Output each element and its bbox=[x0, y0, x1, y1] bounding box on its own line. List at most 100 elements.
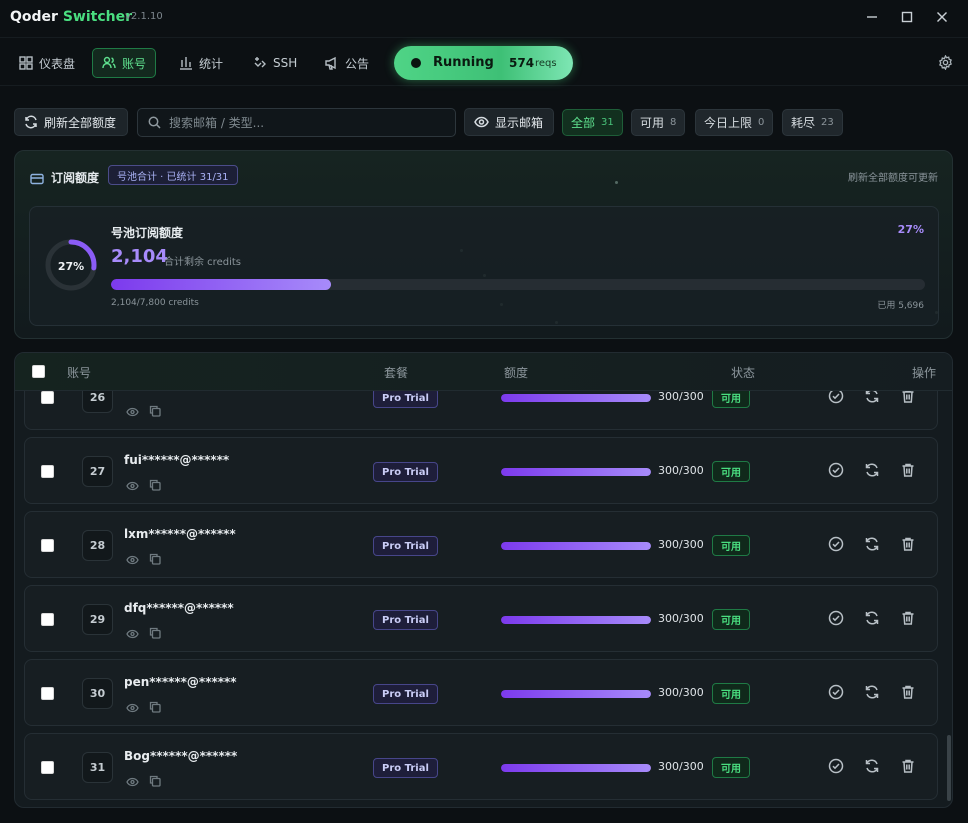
copy-email-button[interactable] bbox=[149, 698, 161, 717]
activate-button[interactable] bbox=[828, 536, 846, 554]
credits-bar bbox=[501, 394, 651, 402]
pool-quota-card: 27% 号池订阅额度 2,104 合计剩余 credits 27% 2,104/… bbox=[29, 206, 939, 326]
row-email: pen******@****** bbox=[124, 675, 237, 689]
refresh-icon bbox=[865, 759, 879, 773]
delete-button[interactable] bbox=[900, 462, 918, 480]
copy-email-button[interactable] bbox=[149, 402, 161, 421]
gear-icon bbox=[939, 54, 952, 71]
tab-ssh[interactable]: SSH bbox=[244, 48, 306, 78]
running-status-button[interactable]: Running 574 reqs bbox=[394, 46, 573, 80]
tab-stats[interactable]: 统计 bbox=[170, 48, 232, 78]
reveal-email-button[interactable] bbox=[126, 772, 139, 791]
credits-text: 300/300 bbox=[658, 464, 704, 477]
row-checkbox[interactable] bbox=[41, 687, 54, 700]
check-circle-icon bbox=[828, 758, 844, 774]
filter-daily-limit[interactable]: 今日上限 0 bbox=[695, 109, 774, 136]
status-badge: 可用 bbox=[712, 535, 750, 556]
pool-quota-title: 号池订阅额度 bbox=[111, 226, 184, 240]
refresh-icon bbox=[865, 611, 879, 625]
maximize-button[interactable] bbox=[894, 6, 920, 28]
trash-icon bbox=[902, 611, 914, 625]
plan-badge: Pro Trial bbox=[373, 462, 438, 482]
trash-icon bbox=[902, 685, 914, 699]
refresh-row-button[interactable] bbox=[864, 684, 882, 702]
show-email-button[interactable]: 显示邮箱 bbox=[464, 108, 554, 136]
row-index: 29 bbox=[82, 604, 113, 635]
activate-button[interactable] bbox=[828, 462, 846, 480]
table-row: 30 pen******@****** Pro Trial 300/300 可用 bbox=[24, 659, 938, 726]
filter-exhausted[interactable]: 耗尽 23 bbox=[782, 109, 843, 136]
row-checkbox[interactable] bbox=[41, 761, 54, 774]
row-checkbox[interactable] bbox=[41, 465, 54, 478]
credit-card-icon bbox=[30, 173, 44, 185]
users-icon bbox=[102, 56, 116, 69]
status-badge: 可用 bbox=[712, 461, 750, 482]
credits-bar bbox=[501, 764, 651, 772]
plan-badge: Pro Trial bbox=[373, 388, 438, 408]
row-checkbox[interactable] bbox=[41, 539, 54, 552]
trash-icon bbox=[902, 759, 914, 773]
credits-bar bbox=[501, 690, 651, 698]
activate-button[interactable] bbox=[828, 610, 846, 628]
activate-button[interactable] bbox=[828, 684, 846, 702]
close-icon bbox=[937, 12, 947, 22]
row-email: lxm******@****** bbox=[124, 527, 236, 541]
credits-fill bbox=[501, 542, 651, 550]
delete-button[interactable] bbox=[900, 758, 918, 776]
tab-accounts[interactable]: 账号 bbox=[92, 48, 157, 78]
filter-daily-limit-label: 今日上限 bbox=[704, 116, 753, 130]
filter-available[interactable]: 可用 8 bbox=[631, 109, 686, 136]
reveal-email-button[interactable] bbox=[126, 402, 139, 421]
tab-dashboard[interactable]: 仪表盘 bbox=[10, 48, 84, 78]
minimize-button[interactable] bbox=[859, 6, 885, 28]
reveal-email-button[interactable] bbox=[126, 476, 139, 495]
tab-dashboard-label: 仪表盘 bbox=[39, 56, 76, 71]
settings-button[interactable] bbox=[938, 54, 953, 74]
refresh-row-button[interactable] bbox=[864, 758, 882, 776]
refresh-row-button[interactable] bbox=[864, 462, 882, 480]
eye-icon bbox=[126, 703, 139, 713]
refresh-row-button[interactable] bbox=[864, 610, 882, 628]
check-circle-icon bbox=[828, 536, 844, 552]
search-icon bbox=[148, 116, 161, 129]
dashboard-icon bbox=[19, 56, 33, 70]
copy-email-button[interactable] bbox=[149, 772, 161, 791]
activate-button[interactable] bbox=[828, 758, 846, 776]
plan-badge: Pro Trial bbox=[373, 610, 438, 630]
reveal-email-button[interactable] bbox=[126, 550, 139, 569]
reveal-email-button[interactable] bbox=[126, 698, 139, 717]
copy-email-button[interactable] bbox=[149, 476, 161, 495]
credits-text: 300/300 bbox=[658, 390, 704, 403]
reveal-email-button[interactable] bbox=[126, 624, 139, 643]
refresh-row-button[interactable] bbox=[864, 536, 882, 554]
credits-text: 300/300 bbox=[658, 686, 704, 699]
credits-bar bbox=[501, 468, 651, 476]
tab-announcements[interactable]: 公告 bbox=[316, 48, 378, 78]
refresh-all-button[interactable]: 刷新全部额度 bbox=[14, 108, 128, 136]
header-account: 账号 bbox=[67, 366, 92, 380]
row-checkbox[interactable] bbox=[41, 613, 54, 626]
search-box[interactable] bbox=[137, 108, 456, 137]
trash-icon bbox=[902, 463, 914, 477]
eye-icon bbox=[126, 629, 139, 639]
copy-email-button[interactable] bbox=[149, 624, 161, 643]
accounts-list[interactable]: 26 Pro Trial 300/300 可用 27 fui******@***… bbox=[15, 353, 952, 807]
row-email: Bog******@****** bbox=[124, 749, 238, 763]
delete-button[interactable] bbox=[900, 610, 918, 628]
filter-all-count: 31 bbox=[601, 117, 614, 128]
delete-button[interactable] bbox=[900, 536, 918, 554]
close-button[interactable] bbox=[929, 6, 955, 28]
eye-icon bbox=[126, 481, 139, 491]
row-checkbox[interactable] bbox=[41, 391, 54, 404]
copy-email-button[interactable] bbox=[149, 550, 161, 569]
search-input[interactable] bbox=[169, 115, 439, 130]
filter-all-label: 全部 bbox=[571, 116, 596, 130]
delete-button[interactable] bbox=[900, 684, 918, 702]
pool-used: 已用 5,696 bbox=[877, 301, 924, 311]
row-email: dfq******@****** bbox=[124, 601, 234, 615]
table-scrollbar[interactable] bbox=[947, 735, 951, 801]
show-email-label: 显示邮箱 bbox=[495, 115, 544, 130]
filter-all[interactable]: 全部 31 bbox=[562, 109, 623, 136]
select-all-checkbox[interactable] bbox=[32, 365, 45, 378]
running-count: 574 bbox=[509, 56, 535, 70]
